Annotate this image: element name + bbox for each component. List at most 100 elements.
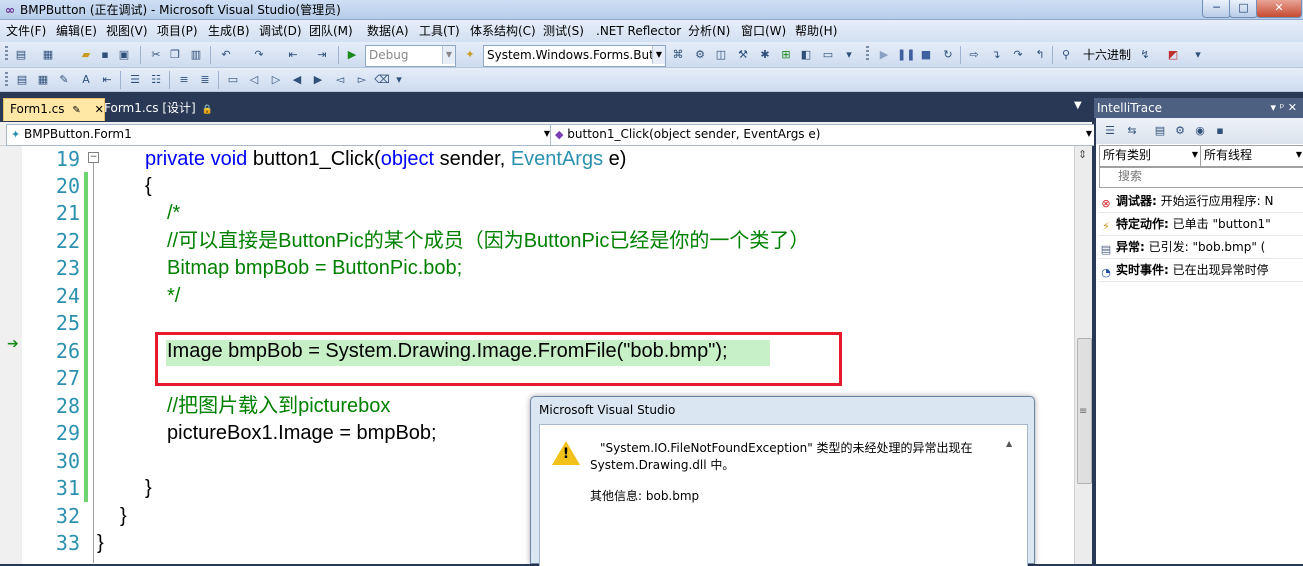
member-list-icon[interactable]: ▤ [14, 72, 30, 88]
find-combo[interactable]: System.Windows.Forms.Buttc ▼ [483, 45, 666, 67]
quick-info-icon[interactable]: ✎ [56, 72, 72, 88]
member-combo[interactable]: ◆ button1_Click(object sender, EventArgs… [550, 124, 1096, 146]
save-log-icon[interactable]: ▪ [1212, 123, 1228, 139]
prev-bookmark-doc-icon[interactable]: ◅ [332, 72, 348, 88]
menu-edit[interactable]: 编辑(E) [56, 23, 97, 39]
minimize-button[interactable]: ─ [1202, 0, 1231, 18]
list-item[interactable]: ⚡ 特定动作: 已单击 "button1" [1099, 213, 1303, 236]
start-debug-icon[interactable]: ▶ [344, 47, 360, 63]
redo-icon[interactable]: ↷ [251, 47, 267, 63]
menu-view[interactable]: 视图(V) [106, 23, 148, 39]
category-filter-combo[interactable]: 所有类别 ▼ [1099, 145, 1201, 167]
open-log-icon[interactable]: ▤ [1152, 123, 1168, 139]
toolbox-icon[interactable]: ⚒ [735, 47, 751, 63]
clear-bookmarks-icon[interactable]: ⌫ [374, 72, 390, 88]
outdent-icon[interactable]: ☰ [127, 72, 143, 88]
list-item[interactable]: ◔ 实时事件: 已在出现异常时停 [1099, 259, 1303, 282]
menu-analyze[interactable]: 分析(N) [688, 23, 730, 39]
next-bookmark-icon[interactable]: ▷ [268, 72, 284, 88]
menu-debug[interactable]: 调试(D) [259, 23, 302, 39]
toolbar-options-icon[interactable]: ▾ [841, 47, 857, 63]
scroll-up-icon[interactable]: ▲ [1006, 439, 1012, 448]
tab-form1-cs[interactable]: Form1.cs ✎ ✕ [3, 98, 105, 121]
type-combo[interactable]: ✦ BMPButton.Form1 ▼ [6, 124, 554, 146]
show-next-statement-icon[interactable]: ⇨ [966, 47, 982, 63]
object-browser-icon[interactable]: ◫ [713, 47, 729, 63]
uncomment-icon[interactable]: ≣ [197, 72, 213, 88]
cut-icon[interactable]: ✂ [148, 47, 164, 63]
step-into-icon[interactable]: ↴ [988, 47, 1004, 63]
comment-icon[interactable]: ≡ [176, 72, 192, 88]
navigate-backward-icon[interactable]: ⇤ [285, 47, 301, 63]
menu-architecture[interactable]: 体系结构(C) [470, 23, 536, 39]
output-window-icon[interactable]: ▭ [820, 47, 836, 63]
hex-display-button[interactable]: 十六进制 [1083, 47, 1131, 63]
find-in-files-icon[interactable]: ✦ [462, 47, 478, 63]
menu-tools[interactable]: 工具(T) [419, 23, 460, 39]
prev-bookmark-icon[interactable]: ◁ [246, 72, 262, 88]
maximize-button[interactable]: □ [1229, 0, 1258, 18]
bookmark-icon[interactable]: ▭ [225, 72, 241, 88]
panel-window-controls-icon[interactable]: ▾ ᵖ ✕ [1271, 98, 1297, 118]
step-over-icon[interactable]: ↷ [1010, 47, 1026, 63]
close-button[interactable]: ✕ [1256, 0, 1302, 18]
undo-icon[interactable]: ↶ [218, 47, 234, 63]
start-page-icon[interactable]: ⊞ [778, 47, 794, 63]
split-window-icon[interactable]: ⇕ [1078, 148, 1087, 161]
solution-explorer-icon[interactable]: ⌘ [670, 47, 686, 63]
breakpoints-icon[interactable]: ↯ [1137, 47, 1153, 63]
calls-view-icon[interactable]: ⇆ [1124, 123, 1140, 139]
save-all-icon[interactable]: ▣ [116, 47, 132, 63]
toolbar-options-icon[interactable]: ▾ [1190, 47, 1206, 63]
restart-icon[interactable]: ↻ [940, 47, 956, 63]
thread-filter-combo[interactable]: 所有线程 ▼ [1200, 145, 1303, 167]
list-item[interactable]: ▤ 异常: 已引发: "bob.bmp" ( [1099, 236, 1303, 259]
continue-icon[interactable]: ▶ [876, 47, 892, 63]
menu-file[interactable]: 文件(F) [6, 23, 46, 39]
settings-icon[interactable]: ⚙ [1172, 123, 1188, 139]
extensions-icon[interactable]: ✱ [757, 47, 773, 63]
save-icon[interactable]: ▪ [97, 47, 113, 63]
toolbar-grip[interactable] [5, 72, 8, 88]
decrease-indent-icon[interactable]: ⇤ [99, 72, 115, 88]
break-all-icon[interactable]: ❚❚ [897, 47, 915, 63]
add-item-icon[interactable]: ▦ [40, 47, 56, 63]
next-bookmark-folder-icon[interactable]: ▶ [310, 72, 326, 88]
pin-icon[interactable]: ✎ [72, 105, 80, 116]
step-out-icon[interactable]: ↰ [1032, 47, 1048, 63]
menu-project[interactable]: 项目(P) [157, 23, 198, 39]
copy-icon[interactable]: ❐ [167, 47, 183, 63]
next-bookmark-doc-icon[interactable]: ▻ [354, 72, 370, 88]
menu-window[interactable]: 窗口(W) [741, 23, 786, 39]
list-item[interactable]: ⊗ 调试器: 开始运行应用程序: N [1099, 190, 1303, 213]
menu-help[interactable]: 帮助(H) [795, 23, 837, 39]
navigate-forward-icon[interactable]: ⇥ [314, 47, 330, 63]
menu-test[interactable]: 测试(S) [543, 23, 584, 39]
quick-watch-icon[interactable]: ⚲ [1058, 47, 1074, 63]
intellitrace-search-input[interactable]: 搜索 [1099, 167, 1303, 188]
complete-word-icon[interactable]: A [78, 72, 94, 88]
paste-icon[interactable]: ▥ [188, 47, 204, 63]
prev-bookmark-folder-icon[interactable]: ◀ [289, 72, 305, 88]
editor-vertical-scrollbar[interactable]: ⇕ ≡ [1074, 146, 1092, 564]
solution-config-combo[interactable]: Debug ▼ [365, 45, 456, 67]
debug-history-icon[interactable]: ☰ [1102, 123, 1118, 139]
open-file-icon[interactable]: ▰ [78, 47, 94, 63]
windows-dropdown-icon[interactable]: ◩ [1165, 47, 1181, 63]
menu-team[interactable]: 团队(M) [309, 23, 353, 39]
collapse-region-icon[interactable]: − [88, 152, 99, 163]
menu-build[interactable]: 生成(B) [208, 23, 250, 39]
breakpoint-margin[interactable] [0, 146, 22, 564]
properties-icon[interactable]: ⚙ [692, 47, 708, 63]
new-project-icon[interactable]: ▤ [13, 47, 29, 63]
tab-dropdown-icon[interactable]: ▼ [1074, 100, 1082, 111]
indent-icon[interactable]: ☷ [148, 72, 164, 88]
class-view-icon[interactable]: ◧ [798, 47, 814, 63]
toolbar-options-icon[interactable]: ▾ [391, 72, 407, 88]
menu-data[interactable]: 数据(A) [367, 23, 409, 39]
toolbar-grip[interactable] [5, 46, 8, 62]
menu-net-reflector[interactable]: .NET Reflector [596, 23, 681, 39]
toolbar-grip[interactable] [866, 46, 869, 62]
parameter-info-icon[interactable]: ▦ [35, 72, 51, 88]
filter-icon[interactable]: ◉ [1192, 123, 1208, 139]
